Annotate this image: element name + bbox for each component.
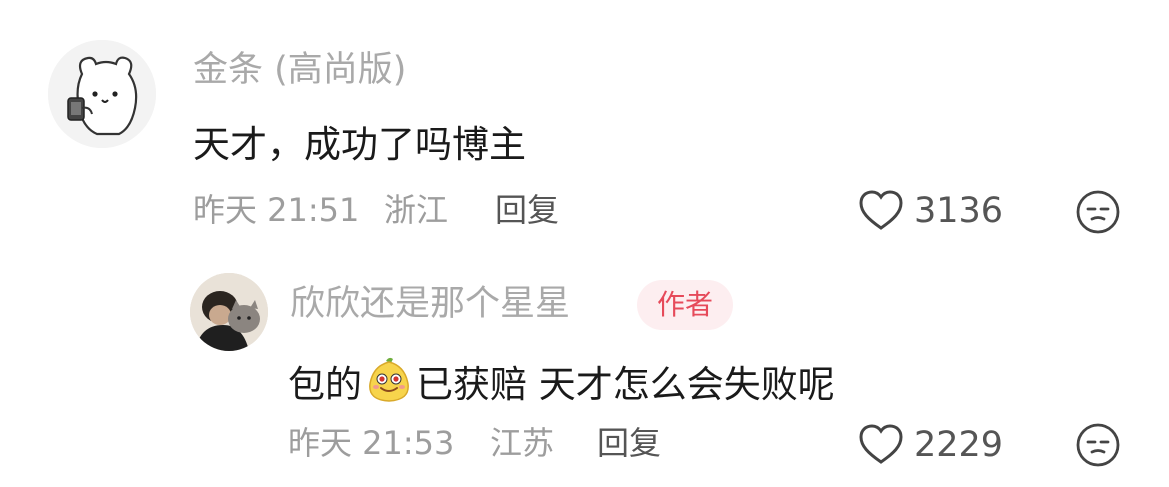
reply-button[interactable]: 回复 [495, 194, 559, 226]
avatar[interactable] [190, 273, 268, 351]
comment-username[interactable]: 金条 (高尚版) [193, 53, 406, 88]
reply-button[interactable]: 回复 [597, 427, 661, 459]
reply-text-before: 包的 [288, 363, 362, 406]
emoji-reaction-button[interactable] [1075, 422, 1121, 468]
like-count: 2229 [914, 424, 1004, 465]
bear-avatar-icon [48, 40, 156, 148]
emoji-reaction-button[interactable] [1075, 189, 1121, 235]
reply-location: 江苏 [490, 424, 555, 462]
person-with-cat-avatar-icon [190, 273, 268, 351]
like-button[interactable]: 3136 [858, 189, 1003, 233]
comment-timestamp: 昨天 21:51 [193, 191, 360, 229]
expressionless-face-icon [1076, 190, 1120, 234]
comment-text: 天才，成功了吗博主 [193, 123, 526, 166]
reply-timestamp: 昨天 21:53 [288, 424, 455, 462]
like-count: 3136 [914, 190, 1004, 231]
reply-text-after: 已获赔 天才怎么会失败呢 [416, 363, 835, 406]
smug-pear-emoji-icon [364, 355, 414, 405]
comment-location: 浙江 [384, 191, 449, 229]
reply-username[interactable]: 欣欣还是那个星星 [290, 287, 570, 322]
avatar[interactable] [48, 40, 156, 148]
heart-icon [859, 190, 903, 230]
author-badge: 作者 [637, 280, 733, 330]
like-button[interactable]: 2229 [858, 423, 1003, 467]
expressionless-face-icon [1076, 423, 1120, 467]
heart-icon [859, 424, 903, 464]
reply-text: 包的 已获赔 天才怎么会失败呢 [288, 355, 835, 405]
